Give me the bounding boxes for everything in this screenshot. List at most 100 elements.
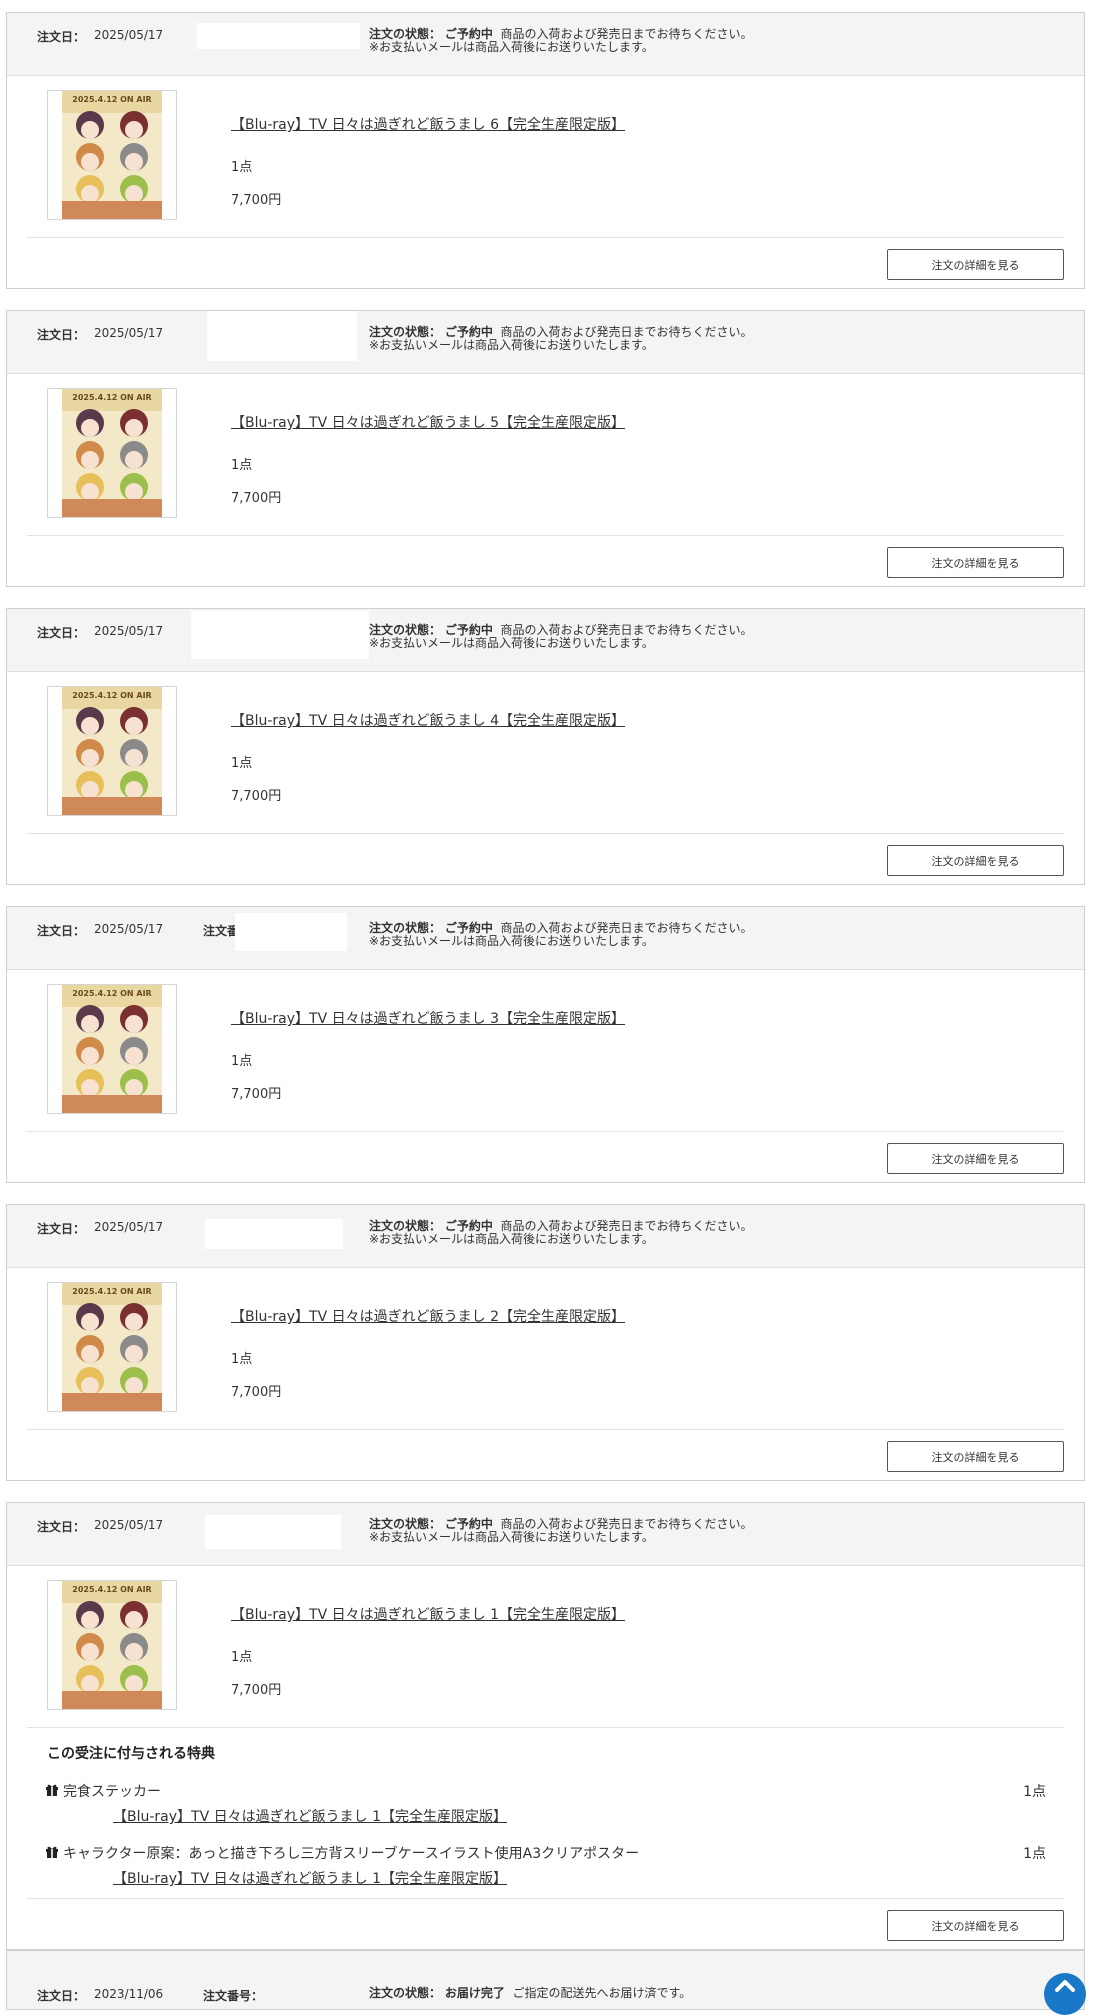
order-status-note: 商品の入荷および発売日までお待ちください。 [500, 1517, 753, 1531]
gift-icon [46, 1846, 58, 1858]
divider [27, 833, 1064, 834]
order-status-value: ご予約中 [444, 623, 493, 637]
payment-mail-note: ※お支払いメールは商品入荷後にお送りいたします。 [369, 636, 654, 650]
order-header: 注文日： 2025/05/17 注文の状態： ご予約中 商品の入荷および発売日ま… [7, 1205, 1084, 1268]
order-header: 注文日： 2025/05/17 注文の状態： ご予約中 商品の入荷および発売日ま… [7, 1503, 1084, 1566]
gift-icon [46, 1784, 58, 1796]
bonus-quantity: 1点 [1023, 1846, 1046, 1862]
product-title-link[interactable]: 【Blu-ray】TV 日々は過ぎれど飯うまし 2【完全生産限定版】 [231, 1306, 625, 1326]
order-card: 注文日： 2025/05/17 注文の状態： ご予約中 商品の入荷および発売日ま… [6, 608, 1085, 885]
product-price: 7,700円 [231, 789, 282, 804]
product-title-link[interactable]: 【Blu-ray】TV 日々は過ぎれど飯うまし 1【完全生産限定版】 [231, 1604, 625, 1624]
divider [27, 1727, 1064, 1728]
order-status-label: 注文の状態： [369, 325, 442, 339]
divider [27, 1429, 1064, 1430]
payment-mail-note: ※お支払いメールは商品入荷後にお送りいたします。 [369, 1530, 654, 1544]
divider [27, 237, 1064, 238]
redacted-order-number [191, 611, 369, 659]
order-detail-button[interactable]: 注文の詳細を見る [887, 845, 1064, 876]
cover-art: 2025.4.12 ON AIR [62, 1581, 162, 1709]
divider [27, 535, 1064, 536]
order-date-value: 2025/05/17 [94, 326, 164, 340]
order-detail-button[interactable]: 注文の詳細を見る [887, 1441, 1064, 1472]
order-status-note: 商品の入荷および発売日までお待ちください。 [500, 1219, 753, 1233]
order-status-value: ご予約中 [444, 1517, 493, 1531]
product-quantity: 1点 [231, 1650, 253, 1665]
order-card: 注文日： 2025/05/17 注文の状態： ご予約中 商品の入荷および発売日ま… [6, 310, 1085, 587]
divider [27, 1131, 1064, 1132]
chevron-up-icon [1055, 1980, 1075, 1992]
order-status: 注文の状態： ご予約中 商品の入荷および発売日までお待ちください。 ※お支払いメ… [369, 1518, 753, 1544]
redacted-order-number [235, 913, 347, 951]
payment-mail-note: ※お支払いメールは商品入荷後にお送りいたします。 [369, 934, 654, 948]
cover-art: 2025.4.12 ON AIR [62, 687, 162, 815]
order-date-label: 注文日： [37, 924, 86, 938]
product-title-link[interactable]: 【Blu-ray】TV 日々は過ぎれど飯うまし 4【完全生産限定版】 [231, 710, 625, 730]
order-status-label: 注文の状態： [369, 623, 442, 637]
product-image[interactable]: 2025.4.12 ON AIR [47, 984, 177, 1114]
order-header: 注文日： 2025/05/17 注文の状態： ご予約中 商品の入荷および発売日ま… [7, 13, 1084, 76]
redacted-order-number [197, 23, 360, 49]
order-date-value: 2023/11/06 [94, 1987, 164, 2001]
product-image[interactable]: 2025.4.12 ON AIR [47, 388, 177, 518]
bonus-heading: この受注に付与される特典 [47, 1746, 215, 1762]
order-status: 注文の状態： ご予約中 商品の入荷および発売日までお待ちください。 ※お支払いメ… [369, 922, 753, 948]
order-date-label: 注文日： [37, 1222, 86, 1236]
product-quantity: 1点 [231, 1352, 253, 1367]
product-image[interactable]: 2025.4.12 ON AIR [47, 1580, 177, 1710]
order-detail-button[interactable]: 注文の詳細を見る [887, 249, 1064, 280]
order-status-note: 商品の入荷および発売日までお待ちください。 [500, 27, 753, 41]
product-price: 7,700円 [231, 491, 282, 506]
product-quantity: 1点 [231, 756, 253, 771]
order-date-label: 注文日： [37, 1989, 86, 2003]
order-status: 注文の状態： ご予約中 商品の入荷および発売日までお待ちください。 ※お支払いメ… [369, 624, 753, 650]
cover-art: 2025.4.12 ON AIR [62, 1283, 162, 1411]
order-status: 注文の状態： ご予約中 商品の入荷および発売日までお待ちください。 ※お支払いメ… [369, 28, 753, 54]
order-status-note: 商品の入荷および発売日までお待ちください。 [500, 921, 753, 935]
order-header: 注文日： 2025/05/17 注文の状態： ご予約中 商品の入荷および発売日ま… [7, 609, 1084, 672]
bonus-product-link[interactable]: 【Blu-ray】TV 日々は過ぎれど飯うまし 1【完全生産限定版】 [113, 1806, 507, 1826]
svg-text:2025.4.12 ON AIR: 2025.4.12 ON AIR [72, 1585, 151, 1594]
order-status-note: ご指定の配送先へお届け済です。 [512, 1986, 692, 2000]
product-title-link[interactable]: 【Blu-ray】TV 日々は過ぎれど飯うまし 5【完全生産限定版】 [231, 412, 625, 432]
order-detail-button[interactable]: 注文の詳細を見る [887, 1910, 1064, 1941]
order-status-note: 商品の入荷および発売日までお待ちください。 [500, 623, 753, 637]
order-header: 注文日： 2025/05/17 注文の状態： ご予約中 商品の入荷および発売日ま… [7, 311, 1084, 374]
order-status-value: ご予約中 [444, 27, 493, 41]
order-detail-button[interactable]: 注文の詳細を見る [887, 1143, 1064, 1174]
bonus-product-link[interactable]: 【Blu-ray】TV 日々は過ぎれど飯うまし 1【完全生産限定版】 [113, 1868, 507, 1888]
scroll-to-top-button[interactable] [1044, 1973, 1086, 2015]
order-card-partial: 注文日： 2023/11/06 注文番号： 注文の状態： お届け完了 ご指定の配… [6, 1950, 1085, 2010]
order-date-value: 2025/05/17 [94, 624, 164, 638]
order-status: 注文の状態： ご予約中 商品の入荷および発売日までお待ちください。 ※お支払いメ… [369, 326, 753, 352]
payment-mail-note: ※お支払いメールは商品入荷後にお送りいたします。 [369, 1232, 654, 1246]
order-status-label: 注文の状態： [369, 921, 442, 935]
order-status-value: お届け完了 [444, 1986, 505, 2000]
svg-text:2025.4.12 ON AIR: 2025.4.12 ON AIR [72, 393, 151, 402]
product-title-link[interactable]: 【Blu-ray】TV 日々は過ぎれど飯うまし 3【完全生産限定版】 [231, 1008, 625, 1028]
order-card: 注文日： 2025/05/17 注文の状態： ご予約中 商品の入荷および発売日ま… [6, 1204, 1085, 1481]
redacted-order-number [205, 1515, 341, 1549]
order-card: 注文日： 2025/05/17 注文の状態： ご予約中 商品の入荷および発売日ま… [6, 12, 1085, 289]
cover-art: 2025.4.12 ON AIR [62, 985, 162, 1113]
payment-mail-note: ※お支払いメールは商品入荷後にお送りいたします。 [369, 40, 654, 54]
order-date-value: 2025/05/17 [94, 922, 164, 936]
order-detail-button[interactable]: 注文の詳細を見る [887, 547, 1064, 578]
cover-art: 2025.4.12 ON AIR [62, 91, 162, 219]
product-title-link[interactable]: 【Blu-ray】TV 日々は過ぎれど飯うまし 6【完全生産限定版】 [231, 114, 625, 134]
order-date-value: 2025/05/17 [94, 1518, 164, 1532]
order-date-value: 2025/05/17 [94, 1220, 164, 1234]
order-date-label: 注文日： [37, 328, 86, 342]
product-image[interactable]: 2025.4.12 ON AIR [47, 686, 177, 816]
order-date-value: 2025/05/17 [94, 28, 164, 42]
svg-text:2025.4.12 ON AIR: 2025.4.12 ON AIR [72, 989, 151, 998]
bonus-name: キャラクター原案：あっと描き下ろし三方背スリーブケースイラスト使用A3クリアポス… [63, 1846, 640, 1862]
product-image[interactable]: 2025.4.12 ON AIR [47, 1282, 177, 1412]
redacted-order-number [205, 1219, 343, 1249]
product-image[interactable]: 2025.4.12 ON AIR [47, 90, 177, 220]
order-date-label: 注文日： [37, 626, 86, 640]
order-status-label: 注文の状態： [369, 1219, 442, 1233]
order-status-label: 注文の状態： [369, 1517, 442, 1531]
order-status-label: 注文の状態： [369, 27, 442, 41]
product-quantity: 1点 [231, 160, 253, 175]
